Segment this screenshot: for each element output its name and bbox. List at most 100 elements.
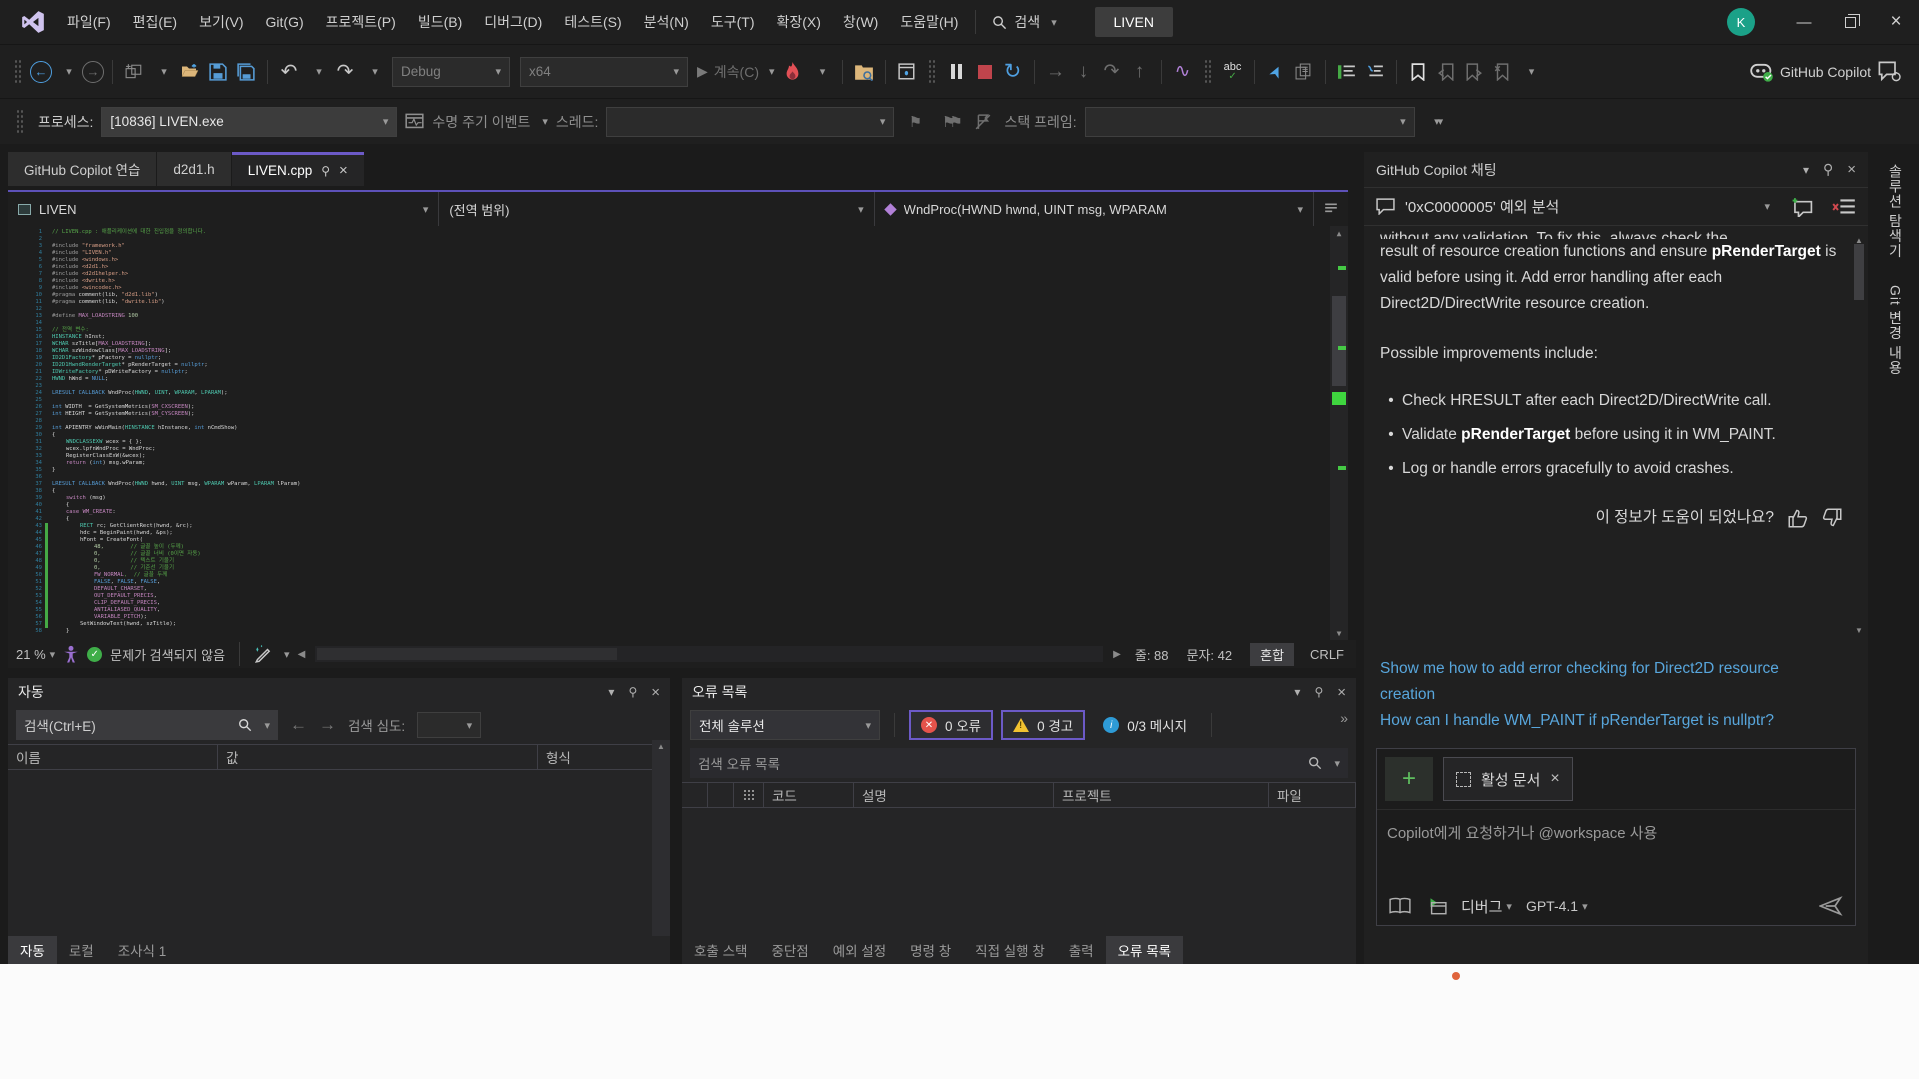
document-health[interactable]: 문제가 검색되지 않음 <box>110 645 225 664</box>
redo-button[interactable]: ↷ <box>332 55 358 89</box>
new-chat-icon[interactable] <box>1790 197 1814 217</box>
close-button[interactable]: × <box>1873 0 1919 44</box>
stop-button[interactable] <box>972 55 998 89</box>
panel-tab[interactable]: 직접 실행 창 <box>963 936 1057 964</box>
close-icon[interactable]: × <box>339 162 348 179</box>
panel-tab[interactable]: 명령 창 <box>898 936 963 964</box>
outdent-button[interactable] <box>1362 55 1388 89</box>
scroll-right-icon[interactable]: ▶ <box>1113 649 1121 660</box>
split-window-button[interactable] <box>1314 192 1348 226</box>
panel-title-bar[interactable]: 오류 목록 ▾ ⚲ × <box>682 678 1356 706</box>
active-document-chip[interactable]: 활성 문서 × <box>1443 757 1573 801</box>
model-selector[interactable]: GPT-4.1▾ <box>1526 898 1588 914</box>
project-combo[interactable]: LIVEN▾ <box>8 192 439 226</box>
toolbar-overflow[interactable]: » <box>1340 710 1348 726</box>
column-header[interactable]: 설명 <box>854 783 1054 807</box>
thread-combo[interactable]: ▾ <box>606 107 894 137</box>
scope-combo[interactable]: (전역 범위)▾ <box>439 192 874 226</box>
toolbar-drag-handle[interactable] <box>928 59 936 85</box>
panel-tab[interactable]: 조사식 1 <box>106 936 179 964</box>
undo-button[interactable]: ↶ <box>276 55 302 89</box>
document-tab[interactable]: GitHub Copilot 연습 <box>8 152 156 186</box>
menu-item[interactable]: 창(W) <box>832 0 889 44</box>
find-in-files-button[interactable] <box>851 55 877 89</box>
redo-dropdown[interactable]: ▾ <box>360 55 386 89</box>
restart-button[interactable]: ↻ <box>1000 55 1026 89</box>
menu-item[interactable]: 파일(F) <box>56 0 122 44</box>
thread-selector[interactable]: '0xC0000005' 예외 분석 ▾ <box>1364 188 1868 226</box>
chat-message-area[interactable]: without any validation. To fix this, alw… <box>1364 226 1868 646</box>
pin-icon[interactable]: ⚲ <box>628 685 637 699</box>
show-next-statement-button[interactable]: → <box>1043 55 1069 89</box>
panel-scrollbar[interactable]: ▲ <box>652 740 670 936</box>
lifecycle-events-button[interactable]: 수명 주기 이벤트 <box>432 112 530 132</box>
close-icon[interactable]: × <box>651 684 660 701</box>
back-dropdown[interactable]: ▾ <box>54 55 80 89</box>
panel-tab[interactable]: 출력 <box>1057 936 1106 964</box>
pin-icon[interactable]: ⚲ <box>321 164 330 178</box>
save-all-button[interactable] <box>233 55 259 89</box>
chat-scrollbar[interactable]: ▲ ▼ <box>1852 226 1866 646</box>
eol-indicator[interactable]: CRLF <box>1310 647 1344 662</box>
panel-tab[interactable]: 로컬 <box>57 936 106 964</box>
document-tab[interactable]: d2d1.h <box>157 152 230 186</box>
platform-combo[interactable]: x64▾ <box>520 57 688 87</box>
menu-item[interactable]: 분석(N) <box>633 0 700 44</box>
toggle-bookmark-button[interactable] <box>1405 55 1431 89</box>
close-icon[interactable]: × <box>1847 161 1856 178</box>
stack-frame-combo[interactable]: ▾ <box>1085 107 1415 137</box>
menu-item[interactable]: 프로젝트(P) <box>315 0 407 44</box>
window-position-icon[interactable]: ▾ <box>1803 163 1809 177</box>
toolbar-drag-handle[interactable] <box>16 109 24 135</box>
restore-button[interactable] <box>1827 0 1873 44</box>
panel-tab[interactable]: 호출 스택 <box>682 936 759 964</box>
member-combo[interactable]: WndProc(HWND hwnd, UINT msg, WPARAM▾ <box>875 192 1314 226</box>
thumbs-down-icon[interactable] <box>1822 508 1842 528</box>
flag-custom-icon[interactable]: ⚑⚑ <box>936 105 962 139</box>
scroll-left-icon[interactable]: ◀ <box>298 649 306 660</box>
open-file-button[interactable] <box>177 55 203 89</box>
warnings-filter-button[interactable]: 0 경고 <box>1001 710 1085 740</box>
navigate-forward-button[interactable]: → <box>82 61 104 83</box>
show-flagged-only-icon[interactable] <box>970 105 996 139</box>
window-position-icon[interactable]: ▾ <box>608 685 614 699</box>
flag-thread-icon[interactable]: ⚑ <box>902 105 928 139</box>
window-search-box[interactable]: LIVEN <box>1095 7 1173 37</box>
spell-check-button[interactable]: abc✓ <box>1220 55 1246 89</box>
scrollbar-thumb[interactable] <box>1854 244 1864 300</box>
hot-reload-button[interactable] <box>780 55 806 89</box>
search-forward-icon[interactable]: → <box>319 715 336 735</box>
side-tab[interactable]: 솔루션 탐색기 <box>1886 164 1906 259</box>
search-back-icon[interactable]: ← <box>290 715 307 735</box>
window-position-icon[interactable]: ▾ <box>1294 685 1300 699</box>
column-header[interactable]: 이름 <box>8 745 218 769</box>
line-ending-mixed-indicator[interactable]: 혼합 <box>1250 643 1294 666</box>
column-indicator[interactable]: 문자: 42 <box>1187 645 1233 664</box>
watch-window-button[interactable] <box>894 55 920 89</box>
panel-tab[interactable]: 예외 설정 <box>821 936 898 964</box>
toolbar-drag-handle[interactable] <box>1204 59 1212 85</box>
line-indicator[interactable]: 줄: 88 <box>1135 645 1169 664</box>
add-context-button[interactable]: + <box>1385 757 1433 801</box>
debug-target-icon[interactable] <box>1425 897 1447 915</box>
scrollbar-thumb[interactable] <box>317 648 617 660</box>
zoom-control[interactable]: 21 %▾ <box>16 647 55 662</box>
messages-filter-button[interactable]: i0/3 메시지 <box>1093 710 1197 740</box>
watch-search-input[interactable]: 검색(Ctrl+E) ▾ <box>16 710 278 740</box>
column-header[interactable]: 값 <box>218 745 538 769</box>
save-button[interactable] <box>205 55 231 89</box>
step-over-button[interactable]: ↷ <box>1099 55 1125 89</box>
menu-item[interactable]: 디버그(D) <box>473 0 553 44</box>
column-header[interactable]: 코드 <box>764 783 854 807</box>
mode-selector[interactable]: 디버그▾ <box>1461 896 1512 917</box>
chat-input-field[interactable]: Copilot에게 요청하거나 @workspace 사용 <box>1377 810 1855 855</box>
code-editor[interactable]: 1// LIVEN.cpp : 애플리케이션에 대한 진입점을 정의합니다.23… <box>8 226 1348 640</box>
chat-history-icon[interactable] <box>1832 198 1856 216</box>
minimize-button[interactable]: — <box>1781 0 1827 44</box>
thumbs-up-icon[interactable] <box>1788 508 1808 528</box>
errors-filter-button[interactable]: ✕0 오류 <box>909 710 993 740</box>
continue-button[interactable]: ▶계속(C)▾ <box>694 55 778 89</box>
panel-title-bar[interactable]: 자동 ▾ ⚲ × <box>8 678 670 706</box>
undo-dropdown[interactable]: ▾ <box>304 55 330 89</box>
depth-combo[interactable]: ▾ <box>417 712 481 738</box>
